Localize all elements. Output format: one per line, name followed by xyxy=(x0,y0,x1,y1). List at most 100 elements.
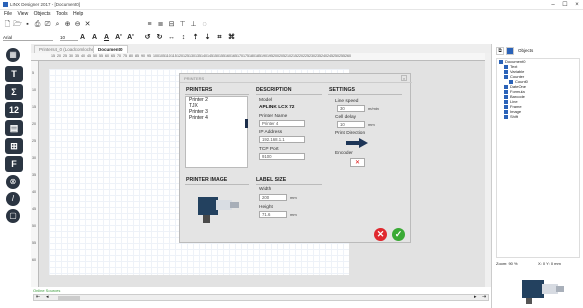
print-icon[interactable]: ⎙ xyxy=(33,20,42,29)
divider xyxy=(328,94,402,95)
cursor-position: X: 0 Y: 0 mm xyxy=(538,261,561,266)
ruler-tick-label: 60 xyxy=(105,54,109,58)
new-document-icon[interactable]: 🗋 xyxy=(3,20,12,29)
rotate-left-icon[interactable]: ↺ xyxy=(143,33,152,42)
decrease-font-icon[interactable]: A xyxy=(90,33,99,42)
list-scroll-thumb[interactable] xyxy=(245,119,248,128)
scroll-left-icon[interactable]: ◂ xyxy=(46,295,49,300)
ruler-tick-label: 40 xyxy=(81,54,85,58)
vruler-tick-label: 15 xyxy=(32,105,36,109)
ruler-tick-label: 95 xyxy=(147,54,151,58)
ip-address-input[interactable]: 192.168.1.1 xyxy=(259,136,305,143)
underline-icon[interactable]: A xyxy=(102,33,111,42)
height-unit: mm xyxy=(290,212,297,217)
superscript-icon[interactable]: A' xyxy=(114,33,123,42)
font-name-select[interactable]: Arial xyxy=(3,34,53,41)
increase-font-icon[interactable]: A xyxy=(78,33,87,42)
dialog-close-icon[interactable]: × xyxy=(401,75,407,81)
subscript-icon[interactable]: A' xyxy=(126,33,135,42)
text-tool-icon[interactable]: T xyxy=(5,66,23,82)
encoder-toggle[interactable]: ✕ xyxy=(350,158,365,167)
objects-header: Objects xyxy=(518,48,534,53)
align-bottom-icon[interactable]: ⊥ xyxy=(189,20,198,29)
toolbar: 🗋 🗁 ▪ ⎙ ⎚ ⌕ ⊕ ⊖ ✕ ≡ ≣ ⊟ ⊤ ⊥ ◌ xyxy=(0,18,583,32)
horizontal-ruler: 15 20 25 30 35 40 45 50 55 60 65 70 75 80 85 90 95 100 105… xyxy=(31,53,491,61)
divider xyxy=(256,184,322,185)
vruler-tick-label: 45 xyxy=(32,207,36,211)
counter-tool-icon[interactable]: 12 xyxy=(5,102,23,118)
save-icon[interactable]: ▪ xyxy=(23,20,32,29)
ruler-tick-label: 35 xyxy=(75,54,79,58)
variable-tool-icon[interactable]: Σ xyxy=(5,84,23,100)
print-direction-arrow-icon[interactable] xyxy=(346,138,368,148)
horizontal-scrollbar[interactable]: ⇤ ◂ ▸ ⇥ xyxy=(33,294,489,301)
rotate-right-icon[interactable]: ↻ xyxy=(155,33,164,42)
flip-vertical-icon[interactable]: ↕ xyxy=(179,33,188,42)
ruler-tick-label: 260 xyxy=(345,54,351,58)
minimize-button[interactable]: – xyxy=(547,1,559,9)
font-size-select[interactable]: 10 xyxy=(60,34,78,41)
tree-item[interactable]: Shift xyxy=(497,114,579,119)
menu-file[interactable]: File xyxy=(4,10,12,18)
scroll-thumb[interactable] xyxy=(58,296,80,300)
frame-tool-icon[interactable]: ▢ xyxy=(6,209,20,223)
tab-printers[interactable]: Printers4_0 (Loadcomlocher) xyxy=(34,45,103,53)
formula-tool-icon[interactable]: F xyxy=(5,156,23,172)
line-tool-icon[interactable]: / xyxy=(6,192,20,206)
distribute-icon[interactable]: ◌ xyxy=(200,20,209,29)
print-preview-icon[interactable]: ⎚ xyxy=(43,20,52,29)
printer-settings-icon[interactable]: ▦ xyxy=(6,48,20,62)
bring-front-icon[interactable]: ⇡ xyxy=(191,33,200,42)
menu-tools[interactable]: Tools xyxy=(56,10,68,18)
shift-tool-icon[interactable]: ⊞ xyxy=(5,138,23,154)
barcode-tool-icon[interactable]: ⊗ xyxy=(6,175,20,189)
scroll-first-icon[interactable]: ⇤ xyxy=(36,295,40,300)
tree-item-label: Shift xyxy=(510,114,519,119)
vruler-tick-label: 25 xyxy=(32,139,36,143)
align-left-icon[interactable]: ≡ xyxy=(145,20,154,29)
close-window-button[interactable]: × xyxy=(571,1,583,9)
zoom-in-icon[interactable]: ⊕ xyxy=(63,20,72,29)
scroll-last-icon[interactable]: ⇥ xyxy=(482,295,486,300)
tcp-port-input[interactable]: 9100 xyxy=(259,153,305,160)
settings-header: SETTINGS xyxy=(329,87,355,93)
model-label: Model xyxy=(259,98,273,103)
layers-icon[interactable]: ⧉ xyxy=(496,47,504,55)
align-center-icon[interactable]: ≣ xyxy=(156,20,165,29)
ungroup-icon[interactable]: ⌘ xyxy=(227,33,236,42)
cancel-button[interactable]: ✕ xyxy=(374,228,387,241)
align-right-icon[interactable]: ⊟ xyxy=(167,20,176,29)
model-value: APLINK LCX 72 xyxy=(259,105,295,110)
zoom-out-icon[interactable]: ⊖ xyxy=(73,20,82,29)
tab-document0[interactable]: Document0 xyxy=(93,45,128,53)
menu-objects[interactable]: Objects xyxy=(34,10,51,18)
ok-button[interactable]: ✓ xyxy=(392,228,405,241)
group-icon[interactable]: ⌗ xyxy=(215,33,224,42)
align-top-icon[interactable]: ⊤ xyxy=(178,20,187,29)
ruler-tick-label: 25 xyxy=(63,54,67,58)
date-tool-icon[interactable]: ▤ xyxy=(5,120,23,136)
ruler-tick-label: 45 xyxy=(87,54,91,58)
printer-name-input[interactable]: Printer 4 xyxy=(259,120,305,127)
vruler-tick-label: 35 xyxy=(32,173,36,177)
menu-help[interactable]: Help xyxy=(73,10,83,18)
ruler-tick-label: 90 xyxy=(141,54,145,58)
dialog-title: PRINTERS xyxy=(180,74,412,83)
delete-icon[interactable]: ✕ xyxy=(83,20,92,29)
flip-horizontal-icon[interactable]: ↔ xyxy=(167,33,176,42)
vruler-tick-label: 30 xyxy=(32,156,36,160)
list-item-printer-4[interactable]: Printer 4 xyxy=(186,115,247,121)
zoom-icon[interactable]: ⌕ xyxy=(53,20,62,29)
menu-view[interactable]: View xyxy=(17,10,28,18)
width-input[interactable]: 200 xyxy=(259,194,287,201)
height-input[interactable]: 71.6 xyxy=(259,211,287,218)
objects-tab-icon[interactable] xyxy=(506,47,514,55)
open-document-icon[interactable]: 🗁 xyxy=(13,20,22,29)
vertical-ruler: 5 10 15 20 25 30 35 40 45 50 55 60 xyxy=(31,61,39,287)
line-speed-input[interactable]: 30 xyxy=(337,105,365,112)
cell-delay-input[interactable]: 10 xyxy=(337,121,365,128)
divider xyxy=(185,184,249,185)
maximize-button[interactable]: ☐ xyxy=(559,1,571,9)
send-back-icon[interactable]: ⇣ xyxy=(203,33,212,42)
scroll-right-icon[interactable]: ▸ xyxy=(474,295,477,300)
